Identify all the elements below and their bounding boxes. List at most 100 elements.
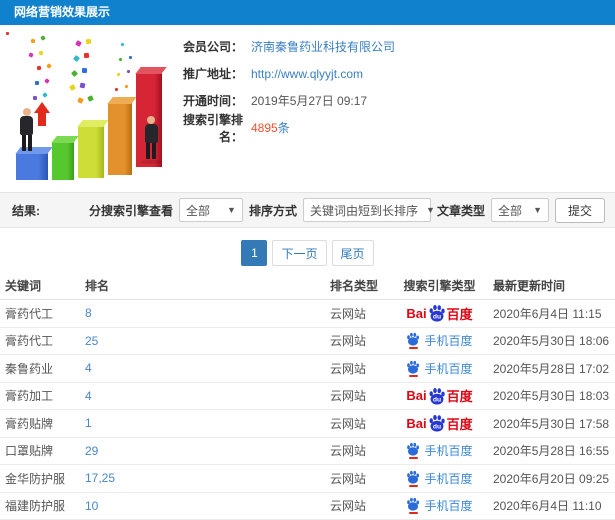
confetti-dot <box>30 38 36 44</box>
businessman-figure-right <box>140 116 162 164</box>
rank-link[interactable]: 29 <box>85 444 330 458</box>
engine-cell: Bai du 百度 <box>392 386 487 405</box>
info-row: 会员公司： 济南秦鲁药业科技有限公司 <box>175 33 605 60</box>
sort-select[interactable]: 关键词由短到长排序 ▼ <box>302 198 435 222</box>
confetti-dot <box>32 95 38 101</box>
engine-cell: 手机百度 <box>392 497 487 515</box>
info-value-link[interactable]: http://www.qlyyjt.com <box>251 67 363 81</box>
updated-time-cell: 2020年6月20日 09:25 <box>493 471 610 486</box>
baidu-logo-text: Bai <box>406 305 427 321</box>
pagination: 1 下一页 尾页 <box>0 240 615 266</box>
info-label: 推广地址： <box>182 67 243 81</box>
engine-select[interactable]: 全部 ▼ <box>178 198 243 222</box>
up-arrow-icon <box>34 102 50 126</box>
baidu-paw-icon <box>407 498 420 511</box>
filter-bar: 结果: 分搜索引擎查看 全部 ▼ 排序方式 关键词由短到长排序 ▼ 文章类型 全… <box>0 192 615 228</box>
rank-type-cell: 云网站 <box>330 334 367 349</box>
keyword-ranking-table: 关键词 排名 排名类型 搜索引擎类型 最新更新时间 膏药代工 8 云网站 Bai du 百度 202… <box>0 272 615 520</box>
app-header: 网络营销效果展示 <box>0 0 615 25</box>
confetti-dot <box>40 35 46 41</box>
growth-bar <box>15 147 53 180</box>
rank-link[interactable]: 10 <box>85 499 330 513</box>
confetti-dot <box>116 72 121 77</box>
keyword-cell: 金华防护服 <box>5 471 66 486</box>
table-row: 金华防护服 17,25 云网站 手机百度 2020年6月20日 09:25 <box>0 465 615 493</box>
rank-link[interactable]: 4 <box>85 361 330 375</box>
confetti-dot <box>36 65 42 71</box>
confetti-dot <box>128 55 133 60</box>
baidu-paw-icon-wrap <box>406 360 420 377</box>
confetti-dot <box>38 50 44 56</box>
submit-button[interactable]: 提交 <box>554 197 605 223</box>
baidu-paw-icon-wrap <box>406 332 420 350</box>
baidu-paw-icon <box>407 333 420 346</box>
engine-cell: Bai du 百度 <box>392 304 487 323</box>
info-value-suffix: 条 <box>277 121 290 135</box>
updated-time-cell: 2020年5月28日 16:55 <box>493 444 610 459</box>
info-label: 搜索引擎排名： <box>182 112 243 144</box>
next-page-button[interactable]: 下一页 <box>272 240 327 266</box>
baidu-pc-logo: Bai du 百度 <box>406 304 473 323</box>
growth-bar <box>107 97 137 175</box>
confetti-dot <box>79 82 86 89</box>
rank-link[interactable]: 25 <box>85 334 330 348</box>
result-label: 结果: <box>12 203 40 218</box>
table-row: 秦鲁药业 4 云网站 手机百度 2020年5月28日 17:02 <box>0 355 615 383</box>
sort-filter-label: 排序方式 <box>248 203 297 218</box>
info-row: 搜索引擎排名： 4895 条 <box>175 113 605 144</box>
chevron-down-icon: ▼ <box>533 205 542 215</box>
rank-type-cell: 云网站 <box>330 471 367 486</box>
sort-select-value: 关键词由短到长排序 <box>309 203 418 218</box>
confetti-dot <box>114 87 119 92</box>
article-type-label: 文章类型 <box>436 203 485 218</box>
svg-text:du: du <box>432 396 440 403</box>
column-header: 搜索引擎类型 <box>403 279 476 293</box>
column-header: 最新更新时间 <box>493 279 566 293</box>
article-type-select[interactable]: 全部 ▼ <box>490 198 549 222</box>
member-info: 会员公司： 济南秦鲁药业科技有限公司推广地址： http://www.qlyyjt.… <box>175 33 605 144</box>
engine-cell: 手机百度 <box>392 442 487 460</box>
rank-link[interactable]: 1 <box>85 416 330 430</box>
rank-link[interactable]: 8 <box>85 306 330 320</box>
confetti-dot <box>28 52 34 58</box>
baidu-logo-text: 百度 <box>446 306 473 322</box>
rank-type-cell: 云网站 <box>330 389 367 404</box>
table-header-row: 关键词 排名 排名类型 搜索引擎类型 最新更新时间 <box>0 272 615 300</box>
table-body: 膏药代工 8 云网站 Bai du 百度 2020年6月4日 11:15 膏药代工 25 云网站手… <box>0 300 615 520</box>
confetti-dot <box>46 63 52 69</box>
updated-time-cell: 2020年6月4日 11:10 <box>493 499 602 514</box>
confetti-dot <box>81 67 88 74</box>
confetti-dot <box>34 80 40 86</box>
rank-type-cell: 云网站 <box>330 444 367 459</box>
confetti-dot <box>77 97 84 104</box>
baidu-mobile-label: 手机百度 <box>424 471 473 486</box>
table-row: 膏药代工 25 云网站 手机百度 2020年5月30日 18:06 <box>0 328 615 355</box>
confetti-dot <box>120 42 125 47</box>
page-number-current[interactable]: 1 <box>241 240 268 266</box>
updated-time-cell: 2020年5月30日 17:58 <box>493 416 610 431</box>
rank-type-cell: 云网站 <box>330 306 367 321</box>
baidu-logo-text: Bai <box>406 415 427 431</box>
confetti-dot <box>6 32 9 35</box>
confetti-dot <box>75 40 82 47</box>
baidu-pc-logo: Bai du 百度 <box>406 386 473 405</box>
confetti-dot <box>126 69 131 74</box>
last-page-button[interactable]: 尾页 <box>331 240 374 266</box>
growth-bar <box>77 120 109 178</box>
engine-cell: 手机百度 <box>392 470 487 487</box>
rank-link[interactable]: 17,25 <box>85 471 330 485</box>
table-row: 膏药代工 8 云网站 Bai du 百度 2020年6月4日 11:15 <box>0 300 615 328</box>
red-underline <box>408 484 418 487</box>
engine-select-value: 全部 <box>185 203 210 218</box>
updated-time-cell: 2020年5月30日 18:06 <box>493 334 610 349</box>
confetti-dot <box>83 52 90 59</box>
keyword-cell: 膏药贴牌 <box>5 416 54 431</box>
info-value-link[interactable]: 济南秦鲁药业科技有限公司 <box>251 38 395 55</box>
table-row: 福建防护服 10 云网站 手机百度 2020年6月4日 11:10 <box>0 493 615 520</box>
baidu-mobile-logo: 手机百度 <box>406 470 473 487</box>
rank-type-cell: 云网站 <box>330 416 367 431</box>
updated-time-cell: 2020年6月4日 11:15 <box>493 306 602 321</box>
rank-link[interactable]: 4 <box>85 389 330 403</box>
red-underline <box>408 374 418 377</box>
info-value: 4895 <box>251 120 278 135</box>
